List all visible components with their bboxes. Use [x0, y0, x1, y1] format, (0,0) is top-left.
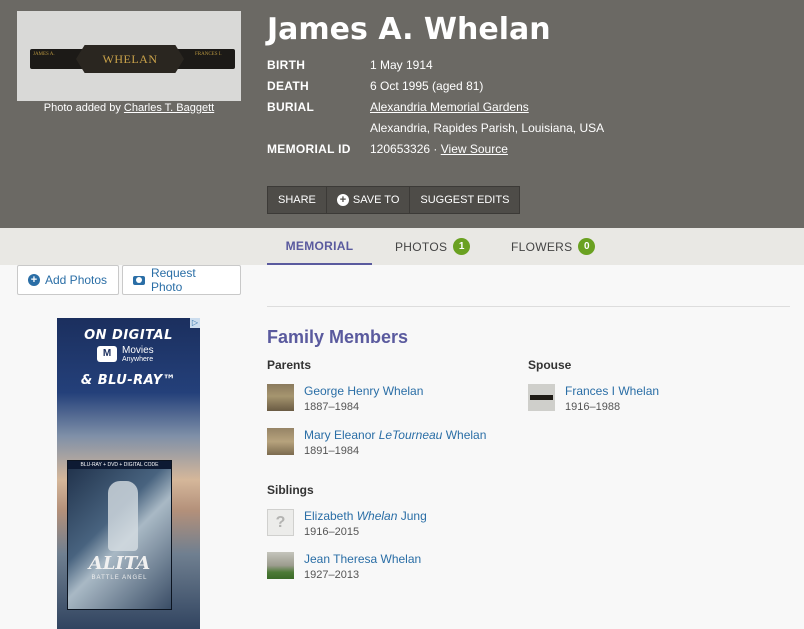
burial-label: BURIAL — [267, 100, 315, 114]
member-thumbnail — [267, 552, 294, 579]
memorial-tabs: MEMORIAL PHOTOS 1 FLOWERS 0 — [0, 228, 804, 265]
birth-date: 1 May 1914 — [370, 58, 433, 72]
photo-contributor-link[interactable]: Charles T. Baggett — [124, 102, 214, 114]
ad-brand: Movies Anywhere — [122, 346, 154, 364]
request-photo-button[interactable]: Request Photo — [122, 265, 241, 295]
member-maiden-name: Whelan — [356, 509, 398, 523]
ad-product-subtitle: BATTLE ANGEL — [91, 575, 148, 581]
save-to-button[interactable]: + SAVE TO — [326, 186, 411, 214]
memorial-id-row: MEMORIAL ID 120653326 · View Source — [267, 142, 604, 156]
memorial-header: JAMES A. WHELAN FRANCES I. Photo added b… — [0, 0, 804, 228]
plus-circle-icon: + — [336, 194, 349, 206]
ad-brand-sub: Anywhere — [122, 356, 154, 363]
tab-photos-label: PHOTOS — [395, 239, 448, 254]
share-button[interactable]: SHARE — [267, 186, 327, 214]
member-dates: 1887–1984 — [304, 401, 360, 413]
birth-label: BIRTH — [267, 58, 306, 72]
tab-memorial[interactable]: MEMORIAL — [267, 228, 372, 265]
memorial-id-separator: · — [430, 142, 441, 156]
plaque-right-text: FRANCES I. — [195, 52, 222, 57]
photo-credit: Photo added by Charles T. Baggett — [17, 102, 241, 114]
member-thumbnail — [267, 384, 294, 411]
plaque-left-text: JAMES A. — [33, 52, 55, 57]
plaque-name: WHELAN — [102, 51, 158, 66]
member-dates: 1927–2013 — [304, 569, 360, 581]
burial-location: Alexandria, Rapides Parish, Louisiana, U… — [370, 121, 605, 135]
ad-brand-name: Movies — [122, 345, 154, 356]
member-dates: 1916–2015 — [304, 526, 360, 538]
memorial-name: James A. Whelan — [267, 12, 551, 47]
tab-memorial-label: MEMORIAL — [285, 238, 354, 253]
ad-headline: ON DIGITAL — [84, 328, 173, 343]
parents-heading: Parents — [267, 358, 312, 372]
ad-subheadline: & BLU-RAY™ — [80, 373, 177, 388]
member-first-name: Mary Eleanor — [304, 428, 376, 442]
request-photo-label: Request Photo — [150, 266, 196, 294]
no-photo-icon: ? — [267, 509, 294, 536]
member-name-link[interactable]: Jean Theresa Whelan — [304, 552, 421, 566]
ad-choices-icon[interactable]: ▷ — [190, 318, 200, 328]
ad-product-box: BLU-RAY + DVD + DIGITAL CODE ALITA BATTL… — [67, 460, 172, 610]
member-name-link[interactable]: Frances I Whelan — [565, 384, 659, 398]
plus-circle-icon: + — [28, 274, 40, 286]
photo-credit-label: Photo added by — [43, 102, 121, 114]
member-dates: 1891–1984 — [304, 445, 360, 457]
memorial-id-label: MEMORIAL ID — [267, 142, 351, 156]
memorial-id-value: 120653326 · View Source — [370, 142, 508, 156]
memorial-id: 120653326 — [370, 142, 431, 156]
birth-row: BIRTH 1 May 1914 — [267, 58, 604, 72]
member-name-link[interactable]: George Henry Whelan — [304, 384, 423, 398]
divider — [267, 306, 790, 307]
save-to-label: SAVE TO — [352, 194, 400, 206]
siblings-heading: Siblings — [267, 483, 314, 497]
death-label: DEATH — [267, 79, 309, 93]
memorial-facts: BIRTH 1 May 1914 DEATH 6 Oct 1995 (aged … — [267, 58, 604, 163]
ad-character-figure — [108, 481, 138, 551]
add-photos-label: Add Photos — [45, 273, 108, 287]
photos-count-badge: 1 — [453, 238, 471, 255]
member-first-name: Elizabeth — [304, 509, 354, 523]
member-thumbnail — [528, 384, 555, 411]
view-source-link[interactable]: View Source — [441, 142, 508, 156]
death-date: 6 Oct 1995 (aged 81) — [370, 79, 484, 93]
member-last-name: Whelan — [445, 428, 487, 442]
tab-flowers[interactable]: FLOWERS 0 — [511, 228, 596, 265]
member-name-link[interactable]: Mary Eleanor LeTourneau Whelan — [304, 428, 486, 442]
member-thumbnail — [267, 428, 294, 455]
member-name-link[interactable]: Elizabeth Whelan Jung — [304, 509, 427, 523]
memorial-actions: SHARE + SAVE TO SUGGEST EDITS — [267, 186, 521, 214]
member-last-name: Jung — [400, 509, 427, 523]
spouse-heading: Spouse — [528, 358, 572, 372]
camera-icon — [133, 275, 145, 285]
tab-flowers-label: FLOWERS — [511, 239, 573, 254]
plaque-center: WHELAN — [76, 45, 184, 73]
suggest-edits-button[interactable]: SUGGEST EDITS — [410, 186, 521, 214]
add-photos-button[interactable]: + Add Photos — [17, 265, 119, 295]
tab-photos[interactable]: PHOTOS 1 — [395, 228, 471, 265]
burial-place-link[interactable]: Alexandria Memorial Gardens — [370, 100, 529, 114]
burial-row: BURIAL Alexandria Memorial Gardens Alexa… — [267, 100, 604, 135]
memorial-photo[interactable]: JAMES A. WHELAN FRANCES I. — [17, 11, 241, 101]
member-maiden-name: LeTourneau — [378, 428, 443, 442]
family-members-title: Family Members — [267, 327, 409, 347]
flowers-count-badge: 0 — [578, 238, 596, 255]
death-row: DEATH 6 Oct 1995 (aged 81) — [267, 79, 604, 93]
burial-value: Alexandria Memorial Gardens Alexandria, … — [370, 100, 604, 135]
member-dates: 1916–1988 — [565, 401, 621, 413]
advertisement[interactable]: ▷ ON DIGITAL M Movies Anywhere & BLU-RAY… — [57, 318, 200, 629]
ad-box-header: BLU-RAY + DVD + DIGITAL CODE — [68, 461, 171, 469]
movies-anywhere-logo: M — [97, 346, 117, 362]
ad-product-title: ALITA — [88, 553, 151, 574]
